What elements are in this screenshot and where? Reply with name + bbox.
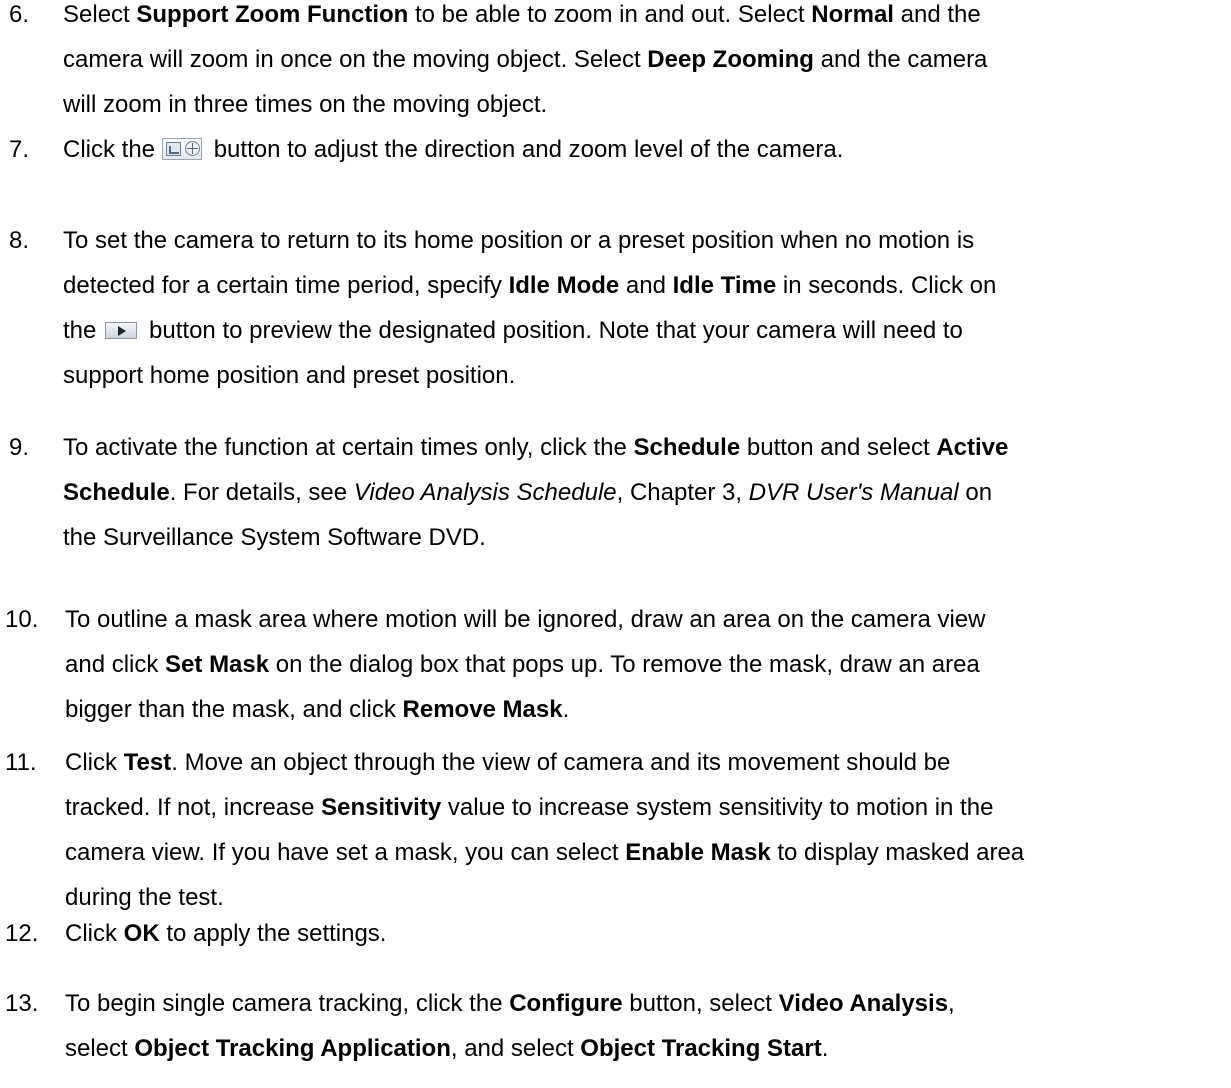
text-run: and (619, 272, 673, 299)
text-run: Click the (63, 136, 156, 163)
text-run: value to increase system sensitivity to … (441, 794, 994, 821)
text-run: detected for a certain time period, spec… (63, 272, 509, 299)
ui-term: Support Zoom Function (136, 1, 409, 28)
reference-title: Video Analysis Schedule (353, 479, 617, 506)
step-text-line: Click Test. Move an object through the v… (65, 745, 950, 781)
text-run: To activate the function at certain time… (63, 434, 634, 461)
text-run: button to adjust the direction and zoom … (207, 136, 844, 163)
step-number: 11. (5, 749, 37, 776)
text-run: and the (893, 1, 981, 28)
reference-title: DVR User's Manual (748, 479, 959, 506)
step-text-line: To activate the function at certain time… (63, 430, 1008, 466)
text-run: Click (65, 749, 124, 776)
text-run: on the dialog box that pops up. To remov… (269, 651, 980, 678)
step-text-line: To begin single camera tracking, click t… (65, 986, 955, 1022)
ptz-control-icon (162, 138, 203, 160)
text-run: support home position and preset positio… (63, 362, 516, 389)
ui-term: Deep Zooming (647, 46, 814, 73)
step-text-line: bigger than the mask, and click Remove M… (65, 692, 569, 728)
text-run: . Move an object through the view of cam… (171, 749, 951, 776)
text-run: , Chapter 3, (616, 479, 749, 506)
text-run: the Surveillance System Software DVD. (63, 524, 486, 551)
step-text-line: the Surveillance System Software DVD. (63, 520, 486, 556)
ui-term: Active (936, 434, 1009, 461)
step-number: 9. (9, 434, 30, 461)
ui-term: Sensitivity (321, 794, 442, 821)
ui-term: Configure (509, 990, 623, 1017)
text-run: . (562, 696, 570, 723)
text-run: during the test. (65, 884, 224, 911)
ui-term: OK (123, 920, 160, 947)
play-preview-icon (105, 322, 138, 339)
ui-term: Idle Mode (508, 272, 620, 299)
step-text-line: during the test. (65, 880, 224, 916)
step-text-line: will zoom in three times on the moving o… (63, 87, 547, 123)
text-run: To begin single camera tracking, click t… (65, 990, 510, 1017)
text-run: camera view. If you have set a mask, you… (65, 839, 626, 866)
text-run: Select (63, 1, 137, 28)
step-text-line: tracked. If not, increase Sensitivity va… (65, 790, 993, 826)
text-run: will zoom in three times on the moving o… (63, 91, 548, 118)
text-run: the (63, 317, 97, 344)
step-text-line: the button to preview the designated pos… (63, 313, 963, 349)
step-number: 8. (9, 227, 30, 254)
ui-term: Remove Mask (402, 696, 563, 723)
ui-term: Enable Mask (625, 839, 771, 866)
text-run: button and select (740, 434, 937, 461)
manual-page: 6. Select Support Zoom Function to be abl… (0, 0, 1231, 1088)
step-text-line: camera view. If you have set a mask, you… (65, 835, 1024, 871)
step-text-line: Click OK to apply the settings. (65, 916, 386, 952)
ui-term: Schedule (63, 479, 170, 506)
step-text-line: Schedule. For details, see Video Analysi… (63, 475, 992, 511)
text-run: . For details, see (169, 479, 354, 506)
step-number: 6. (9, 1, 30, 28)
text-run: and click (65, 651, 166, 678)
ui-term: Video Analysis (778, 990, 949, 1017)
text-run: Click (65, 920, 124, 947)
text-run: to be able to zoom in and out. Select (408, 1, 812, 28)
text-run: camera will zoom in once on the moving o… (63, 46, 648, 73)
step-text-line: To outline a mask area where motion will… (65, 602, 985, 638)
step-number: 12. (5, 920, 39, 947)
step-text-line: To set the camera to return to its home … (63, 223, 974, 259)
text-run: To set the camera to return to its home … (63, 227, 975, 254)
text-run: on (958, 479, 993, 506)
ui-term: Set Mask (165, 651, 270, 678)
text-run: to apply the settings. (159, 920, 387, 947)
step-number: 10. (5, 606, 39, 633)
ui-term: Object Tracking Application (134, 1035, 451, 1062)
step-number: 13. (5, 990, 39, 1017)
text-run: , and select (450, 1035, 581, 1062)
text-run: To outline a mask area where motion will… (65, 606, 986, 633)
step-number: 7. (9, 136, 30, 163)
text-run: . (821, 1035, 829, 1062)
text-run: in seconds. Click on (776, 272, 997, 299)
ui-term: Normal (811, 1, 894, 28)
text-run: button to preview the designated positio… (142, 317, 963, 344)
step-text-line: Click the button to adjust the direction… (63, 132, 843, 168)
text-run: , (948, 990, 955, 1017)
ui-term: Idle Time (672, 272, 777, 299)
ui-term: Object Tracking Start (580, 1035, 822, 1062)
text-run: button, select (622, 990, 779, 1017)
step-text-line: select Object Tracking Application, and … (65, 1031, 828, 1067)
step-text-line: Select Support Zoom Function to be able … (63, 0, 981, 33)
step-text-line: support home position and preset positio… (63, 358, 515, 394)
text-run: and the camera (813, 46, 988, 73)
text-run: bigger than the mask, and click (65, 696, 403, 723)
step-text-line: and click Set Mask on the dialog box tha… (65, 647, 980, 683)
text-run: tracked. If not, increase (65, 794, 322, 821)
step-text-line: detected for a certain time period, spec… (63, 268, 996, 304)
text-run: select (65, 1035, 135, 1062)
text-run: to display masked area (770, 839, 1025, 866)
ui-term: Test (123, 749, 172, 776)
ui-term: Schedule (633, 434, 741, 461)
step-text-line: camera will zoom in once on the moving o… (63, 42, 987, 78)
